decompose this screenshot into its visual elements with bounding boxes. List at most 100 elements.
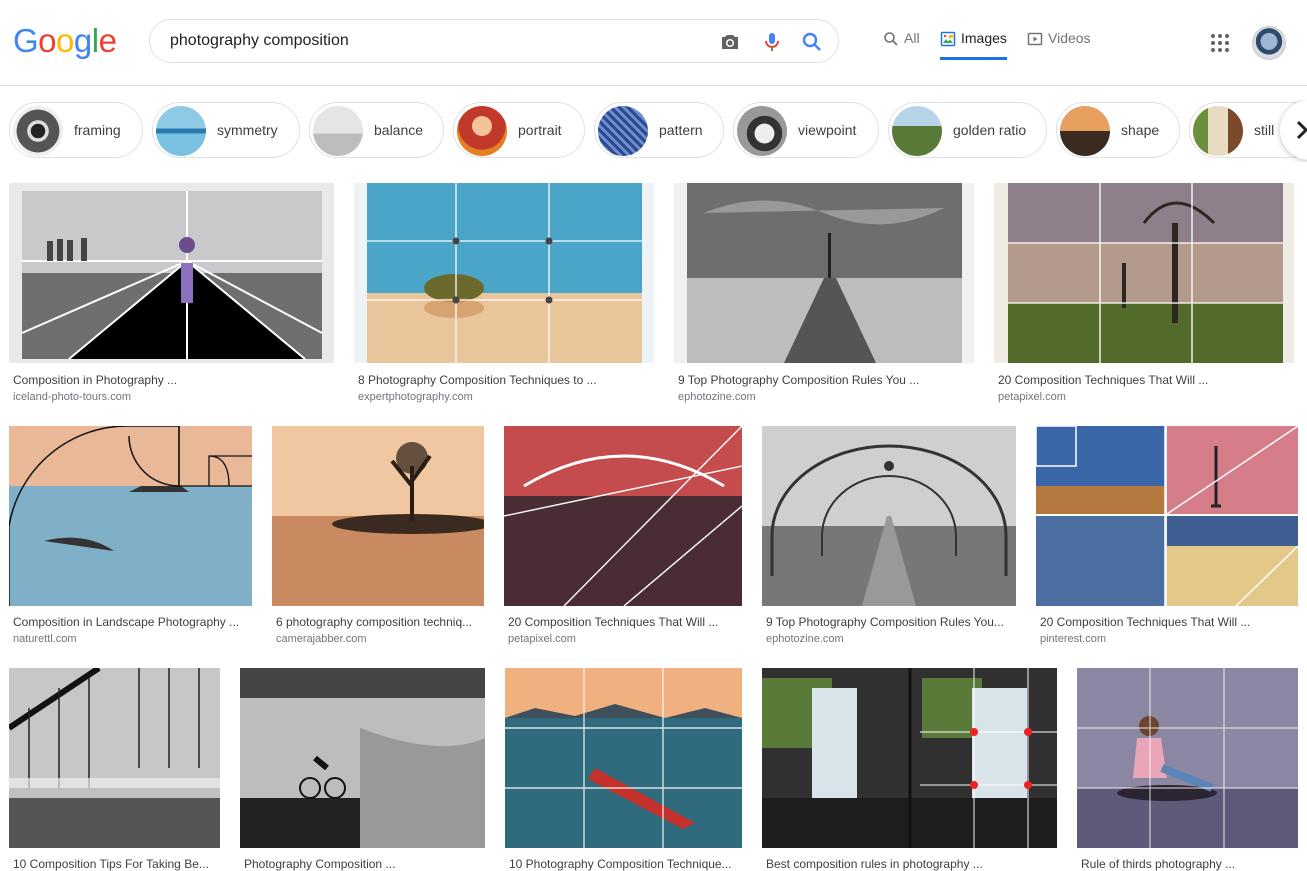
chip-thumbnail [13, 106, 63, 156]
result-title[interactable]: Photography Composition ... [244, 857, 484, 871]
related-search-chips: framing symmetry balance portrait patter… [0, 100, 1307, 162]
chip-thumbnail [457, 106, 507, 156]
result-source[interactable]: ephotozine.com [678, 391, 756, 403]
search-box[interactable]: photography composition [149, 19, 839, 63]
account-avatar[interactable] [1252, 26, 1286, 60]
microphone-icon[interactable] [760, 30, 784, 54]
result-title[interactable]: 20 Composition Techniques That Will ... [998, 373, 1288, 387]
result-image[interactable] [9, 183, 334, 363]
image-result[interactable]: 10 Composition Tips For Taking Be... [9, 668, 220, 871]
tab-videos-label: Videos [1048, 30, 1091, 46]
result-title[interactable]: 10 Composition Tips For Taking Be... [13, 857, 219, 871]
tab-videos[interactable]: Videos [1027, 30, 1091, 60]
result-title[interactable]: 20 Composition Techniques That Will ... [1040, 615, 1298, 629]
result-image[interactable] [9, 426, 252, 606]
image-result[interactable]: 9 Top Photography Composition Rules You.… [762, 426, 1016, 656]
logo-letter: o [56, 22, 74, 59]
chip-label: golden ratio [953, 122, 1027, 138]
search-icon[interactable] [800, 30, 824, 54]
tab-images[interactable]: Images [940, 30, 1007, 60]
logo-letters: Google [13, 22, 117, 60]
image-result[interactable]: Composition in Landscape Photography ...… [9, 426, 252, 656]
chip-label: portrait [518, 122, 562, 138]
result-source[interactable]: pinterest.com [1040, 633, 1106, 645]
tab-images-label: Images [961, 30, 1007, 46]
search-input[interactable]: photography composition [170, 20, 349, 64]
result-title[interactable]: 8 Photography Composition Techniques to … [358, 373, 648, 387]
chip-thumbnail [1193, 106, 1243, 156]
result-image[interactable] [272, 426, 484, 606]
result-title[interactable]: 9 Top Photography Composition Rules You … [678, 373, 968, 387]
result-image[interactable] [505, 668, 742, 848]
chip-framing[interactable]: framing [9, 102, 143, 158]
chip-shape[interactable]: shape [1056, 102, 1180, 158]
logo-letter: G [13, 22, 39, 59]
result-title[interactable]: Composition in Landscape Photography ... [13, 615, 251, 629]
chevron-right-icon [1296, 120, 1307, 140]
result-image[interactable] [994, 183, 1294, 363]
result-source[interactable]: expertphotography.com [358, 391, 473, 403]
result-image[interactable] [354, 183, 654, 363]
chip-thumbnail [313, 106, 363, 156]
result-image[interactable] [504, 426, 742, 606]
tab-all[interactable]: All [883, 30, 920, 60]
result-source[interactable]: ephotozine.com [766, 633, 844, 645]
chip-label: still [1254, 122, 1275, 138]
chip-pattern[interactable]: pattern [594, 102, 724, 158]
result-title[interactable]: 6 photography composition techniq... [276, 615, 484, 629]
chip-label: balance [374, 122, 424, 138]
camera-icon[interactable] [718, 30, 742, 54]
chip-golden-ratio[interactable]: golden ratio [888, 102, 1047, 158]
result-source[interactable]: camerajabber.com [276, 633, 367, 645]
chip-label: shape [1121, 122, 1160, 138]
search-icon [884, 32, 898, 46]
result-title[interactable]: 10 Photography Composition Technique... [509, 857, 741, 871]
apps-grid-icon[interactable] [1210, 33, 1230, 53]
result-image[interactable] [674, 183, 974, 363]
result-source[interactable]: petapixel.com [508, 633, 576, 645]
logo-letter: e [98, 22, 117, 59]
chip-thumbnail [598, 106, 648, 156]
image-result[interactable]: 8 Photography Composition Techniques to … [354, 183, 654, 413]
result-source[interactable]: petapixel.com [998, 391, 1066, 403]
video-icon [1027, 32, 1043, 46]
chip-thumbnail [156, 106, 206, 156]
chip-label: pattern [659, 122, 703, 138]
result-image[interactable] [240, 668, 485, 848]
result-image[interactable] [762, 668, 1057, 848]
result-image[interactable] [1077, 668, 1298, 848]
chip-balance[interactable]: balance [309, 102, 444, 158]
result-title[interactable]: Best composition rules in photography ..… [766, 857, 1056, 871]
result-source[interactable]: iceland-photo-tours.com [13, 391, 131, 403]
logo-letter: o [38, 22, 57, 59]
result-image[interactable] [1036, 426, 1298, 606]
image-icon [940, 31, 956, 47]
result-title[interactable]: Composition in Photography ... [13, 373, 333, 387]
result-source[interactable]: naturettl.com [13, 633, 77, 645]
chip-viewpoint[interactable]: viewpoint [733, 102, 879, 158]
result-image[interactable] [9, 668, 220, 848]
logo-letter: g [73, 22, 92, 59]
result-title[interactable]: 9 Top Photography Composition Rules You.… [766, 615, 1016, 629]
google-logo[interactable]: Google [13, 22, 117, 60]
chip-symmetry[interactable]: symmetry [152, 102, 300, 158]
result-title[interactable]: Rule of thirds photography ... [1081, 857, 1297, 871]
image-result[interactable]: 9 Top Photography Composition Rules You … [674, 183, 974, 413]
image-result[interactable]: 20 Composition Techniques That Will ... … [504, 426, 742, 656]
chip-label: symmetry [217, 122, 278, 138]
image-result[interactable]: 10 Photography Composition Technique... [505, 668, 742, 871]
image-result[interactable]: 6 photography composition techniq... cam… [272, 426, 484, 656]
image-result[interactable]: Rule of thirds photography ... [1077, 668, 1298, 871]
image-result[interactable]: Best composition rules in photography ..… [762, 668, 1057, 871]
result-title[interactable]: 20 Composition Techniques That Will ... [508, 615, 740, 629]
result-image[interactable] [762, 426, 1016, 606]
chip-thumbnail [892, 106, 942, 156]
chip-thumbnail [1060, 106, 1110, 156]
header: Google photography composition All Image… [0, 0, 1307, 86]
image-result[interactable]: 20 Composition Techniques That Will ... … [1036, 426, 1298, 656]
chip-portrait[interactable]: portrait [453, 102, 585, 158]
image-result[interactable]: Composition in Photography ... iceland-p… [9, 183, 334, 413]
image-result[interactable]: 20 Composition Techniques That Will ... … [994, 183, 1294, 413]
image-result[interactable]: Photography Composition ... [240, 668, 485, 871]
logo-letter: l [91, 22, 99, 59]
